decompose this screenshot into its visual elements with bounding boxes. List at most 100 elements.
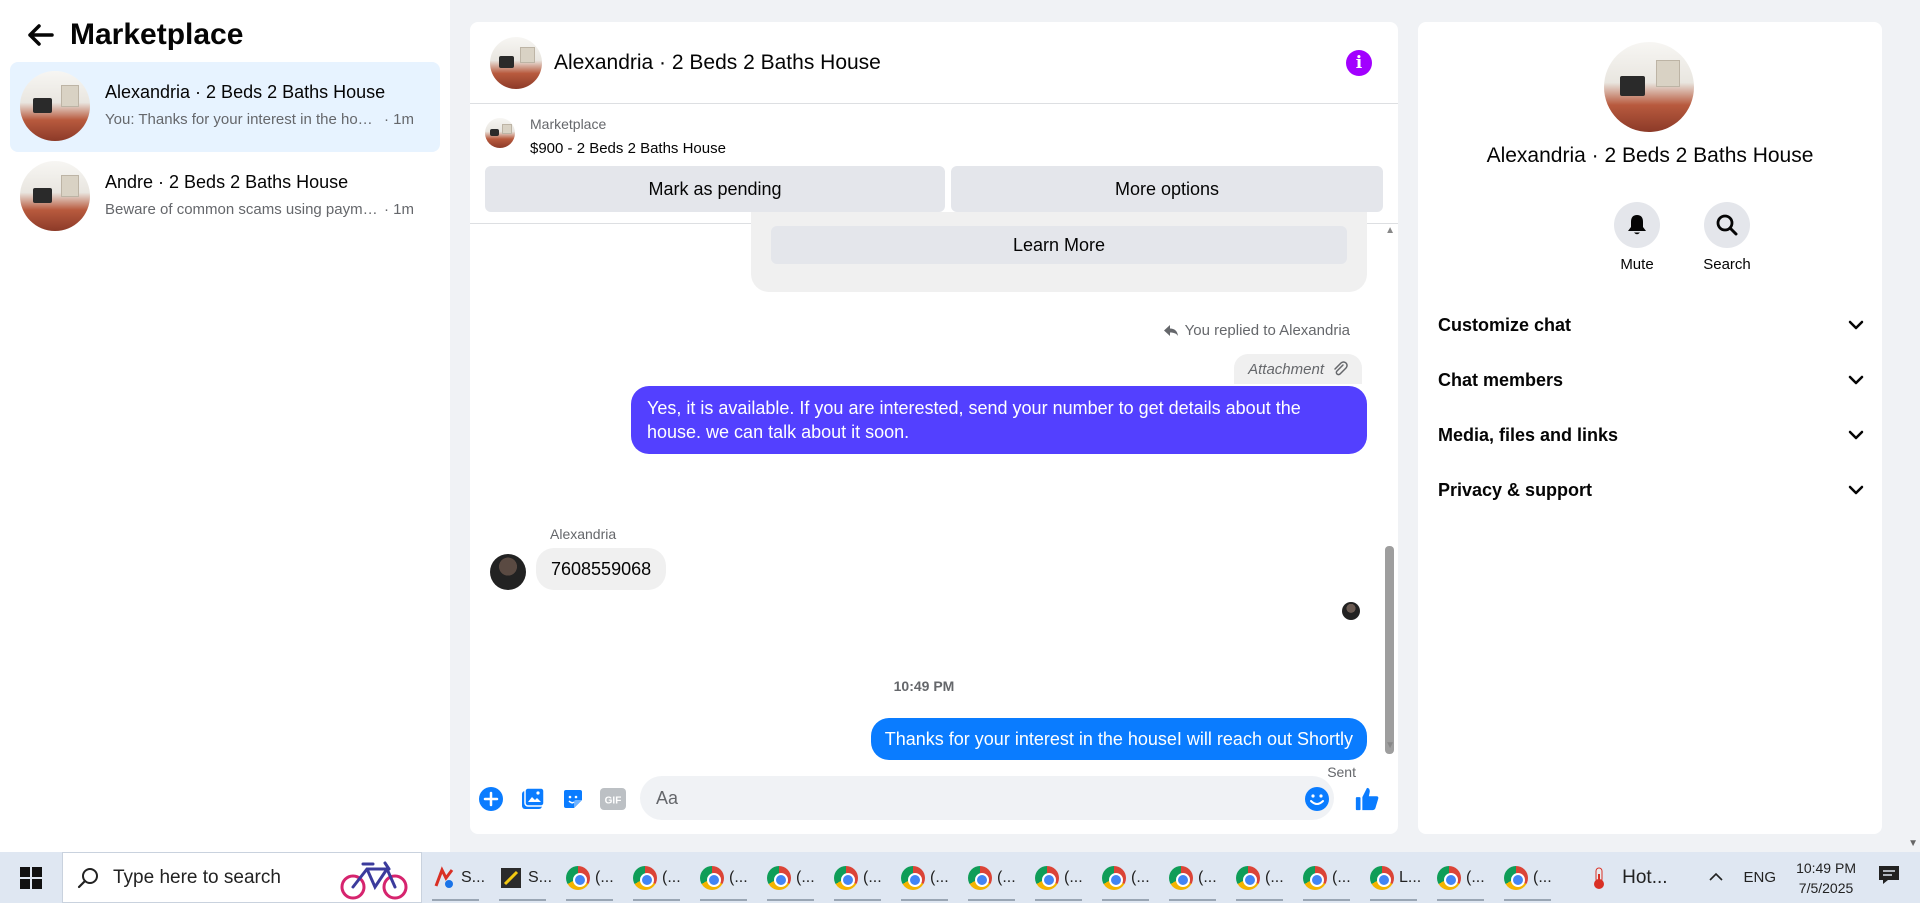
app-label: (... <box>863 868 882 886</box>
taskbar-chrome-15[interactable]: (... <box>1494 852 1561 903</box>
info-icon[interactable]: i <box>1346 50 1372 76</box>
clock-date: 7/5/2025 <box>1798 879 1854 896</box>
photo-icon[interactable] <box>520 786 546 812</box>
taskbar-chrome-13[interactable]: L... <box>1360 852 1427 903</box>
paperclip-icon <box>1334 361 1348 376</box>
scroll-down-arrow-icon[interactable]: ▼ <box>1385 740 1395 751</box>
listing-source: Marketplace <box>530 116 607 132</box>
details-avatar[interactable] <box>1604 42 1694 132</box>
chevron-down-icon <box>1848 430 1864 440</box>
thermometer-icon <box>1594 867 1605 889</box>
conversation-item-andre[interactable]: Andre · 2 Beds 2 Baths House Beware of c… <box>10 152 440 242</box>
scrollbar-thumb[interactable] <box>1385 546 1394 754</box>
chrome-icon <box>834 865 858 890</box>
taskbar-chrome-1[interactable]: (... <box>556 852 623 903</box>
clock-time: 10:49 PM <box>1796 859 1856 876</box>
app-label: (... <box>930 868 949 886</box>
app-label: (... <box>729 868 748 886</box>
app-label: (... <box>595 868 614 886</box>
sidebar-header: Marketplace <box>26 18 243 52</box>
search-label: Search <box>1703 256 1751 273</box>
reply-text: You replied to Alexandria <box>1184 322 1350 339</box>
taskbar-chrome-9[interactable]: (... <box>1092 852 1159 903</box>
incoming-message: 7608559068 <box>536 548 667 590</box>
taskbar-chrome-7[interactable]: (... <box>958 852 1025 903</box>
message-list: Learn More You replied to Alexandria Att… <box>470 212 1398 780</box>
taskbar-chrome-11[interactable]: (... <box>1226 852 1293 903</box>
conversation-snippet: You: Thanks for your interest in the hou… <box>105 111 380 128</box>
section-label: Privacy & support <box>1438 479 1593 500</box>
conversation-item-alexandria[interactable]: Alexandria · 2 Beds 2 Baths House You: T… <box>10 62 440 152</box>
search-icon <box>1704 202 1750 248</box>
taskbar-chrome-12[interactable]: (... <box>1293 852 1360 903</box>
listing-thumbnail[interactable] <box>485 118 515 148</box>
system-tray: Hot... ENG 10:49 PM 7/5/2025 <box>1590 852 1920 903</box>
notification-icon[interactable] <box>1878 865 1900 890</box>
app-label: (... <box>1198 868 1217 886</box>
plus-circle-icon[interactable] <box>478 786 504 812</box>
media-files-links-section[interactable]: Media, files and links <box>1438 415 1864 455</box>
details-title: Alexandria · 2 Beds 2 Baths House <box>1486 144 1814 167</box>
weather-widget[interactable]: Hot... <box>1590 866 1668 890</box>
chrome-icon <box>1102 865 1126 890</box>
message-input[interactable] <box>640 776 1334 820</box>
app-label: (... <box>662 868 681 886</box>
more-options-button[interactable]: More options <box>951 166 1383 212</box>
taskbar-chrome-2[interactable]: (... <box>623 852 690 903</box>
taskbar-app-1[interactable]: S... <box>422 852 489 903</box>
taskbar-clock[interactable]: 10:49 PM 7/5/2025 <box>1796 858 1856 898</box>
back-arrow-icon[interactable] <box>26 20 56 50</box>
scroll-up-arrow-icon[interactable]: ▲ <box>1385 225 1395 236</box>
chat-members-section[interactable]: Chat members <box>1438 360 1864 400</box>
taskbar-chrome-4[interactable]: (... <box>757 852 824 903</box>
outgoing-message: Yes, it is available. If you are interes… <box>631 386 1367 454</box>
customize-chat-section[interactable]: Customize chat <box>1438 305 1864 345</box>
gif-icon[interactable]: GIF <box>600 786 626 812</box>
listing-avatar <box>20 161 90 231</box>
taskbar-app-2[interactable]: S... <box>489 852 556 903</box>
conversation-name: Alexandria · 2 Beds 2 Baths House <box>105 82 386 102</box>
chat-scrollbar[interactable]: ▲ ▼ <box>1382 224 1398 754</box>
listing-price-title[interactable]: $900 - 2 Beds 2 Baths House <box>530 140 726 157</box>
app-label: (... <box>796 868 815 886</box>
taskbar-chrome-6[interactable]: (... <box>891 852 958 903</box>
search-button[interactable]: Search <box>1692 202 1762 273</box>
taskbar-search-placeholder: Type here to search <box>113 866 281 888</box>
chevron-down-icon <box>1848 375 1864 385</box>
app-label: S... <box>528 868 553 886</box>
sticker-icon[interactable] <box>560 786 586 812</box>
weather-text: Hot... <box>1622 866 1668 888</box>
learn-more-button[interactable]: Learn More <box>771 226 1347 264</box>
taskbar-chrome-3[interactable]: (... <box>690 852 757 903</box>
chat-avatar[interactable] <box>490 36 542 89</box>
app-label: S... <box>461 868 486 886</box>
attachment-label[interactable]: Attachment <box>1234 354 1362 384</box>
chrome-icon <box>1504 865 1528 890</box>
thumbs-up-icon[interactable] <box>1354 786 1380 812</box>
page-scroll-down-arrow-icon[interactable]: ▼ <box>1908 838 1918 849</box>
section-label: Media, files and links <box>1438 424 1619 445</box>
chat-details-panel: Alexandria · 2 Beds 2 Baths House Mute S… <box>1418 22 1882 834</box>
sidebar-title: Marketplace <box>70 18 244 51</box>
language-indicator[interactable]: ENG <box>1744 869 1777 886</box>
search-icon <box>77 867 98 888</box>
chrome-icon <box>700 865 724 890</box>
privacy-support-section[interactable]: Privacy & support <box>1438 470 1864 510</box>
chevron-up-icon[interactable] <box>1708 869 1724 887</box>
taskbar-chrome-8[interactable]: (... <box>1025 852 1092 903</box>
chrome-icon <box>633 865 657 890</box>
taskbar-chrome-5[interactable]: (... <box>824 852 891 903</box>
mute-button[interactable]: Mute <box>1602 202 1672 273</box>
listing-banner: Marketplace $900 - 2 Beds 2 Baths House … <box>470 104 1398 224</box>
conversation-sidebar: Marketplace Alexandria · 2 Beds 2 Baths … <box>0 0 450 852</box>
app-label: (... <box>1131 868 1150 886</box>
taskbar-chrome-14[interactable]: (... <box>1427 852 1494 903</box>
taskbar-chrome-10[interactable]: (... <box>1159 852 1226 903</box>
taskbar-search[interactable]: Type here to search <box>62 852 422 903</box>
emoji-icon[interactable] <box>1304 786 1330 812</box>
chat-title[interactable]: Alexandria · 2 Beds 2 Baths House <box>554 51 881 75</box>
windows-start-icon[interactable] <box>0 852 62 903</box>
mark-as-pending-button[interactable]: Mark as pending <box>485 166 945 212</box>
sender-avatar[interactable] <box>490 554 526 590</box>
reply-indicator: You replied to Alexandria <box>1163 322 1350 339</box>
